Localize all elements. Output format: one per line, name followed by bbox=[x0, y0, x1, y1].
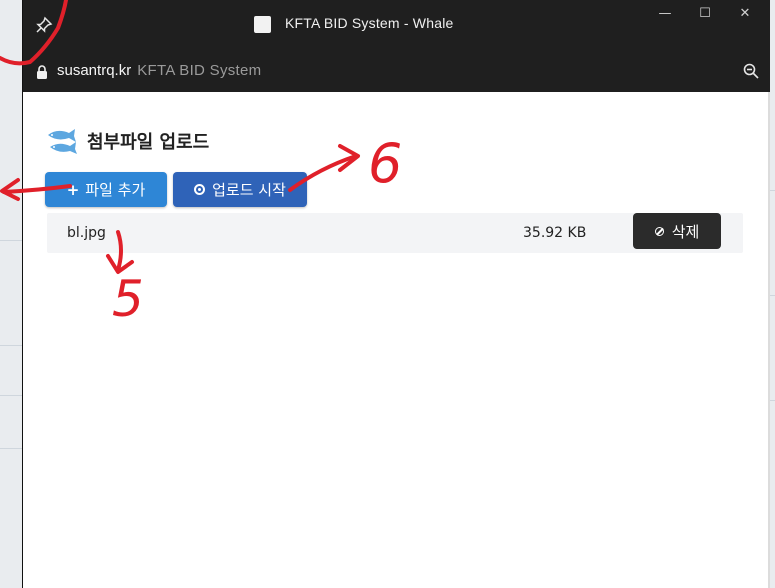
paper-line bbox=[0, 448, 22, 449]
uploader-title: 첨부파일 업로드 bbox=[87, 132, 210, 153]
uploader-heading: 첨부파일 업로드 bbox=[45, 126, 209, 156]
file-name: bl.jpg bbox=[67, 225, 106, 241]
browser-window: KFTA BID System - Whale — ☐ ✕ susantrq.k… bbox=[22, 0, 770, 588]
file-row: bl.jpg 35.92 KB 삭제 bbox=[47, 213, 743, 253]
zoom-icon[interactable] bbox=[740, 60, 762, 82]
close-button[interactable]: ✕ bbox=[725, 0, 765, 26]
window-title: KFTA BID System - Whale bbox=[285, 15, 454, 31]
add-file-button[interactable]: + 파일 추가 bbox=[45, 172, 167, 207]
app-icon bbox=[254, 16, 271, 33]
delete-label: 삭제 bbox=[671, 222, 700, 241]
paper-line bbox=[0, 190, 22, 191]
file-size: 35.92 KB bbox=[523, 225, 587, 241]
paper-line bbox=[0, 395, 22, 396]
maximize-button[interactable]: ☐ bbox=[685, 0, 725, 26]
url-text[interactable]: susantrq.kr KFTA BID System bbox=[57, 62, 261, 79]
upload-circle-icon bbox=[194, 184, 206, 195]
paper-line bbox=[0, 345, 22, 346]
paper-line bbox=[0, 240, 22, 241]
start-upload-button[interactable]: 업로드 시작 bbox=[173, 172, 307, 207]
minimize-button[interactable]: — bbox=[645, 0, 685, 26]
title-bar: KFTA BID System - Whale — ☐ ✕ bbox=[23, 0, 770, 50]
url-domain: susantrq.kr bbox=[57, 62, 132, 79]
window-edge bbox=[768, 92, 770, 588]
url-page-title: KFTA BID System bbox=[137, 62, 262, 79]
delete-file-button[interactable]: 삭제 bbox=[633, 213, 721, 249]
plus-icon: + bbox=[66, 180, 80, 199]
start-upload-label: 업로드 시작 bbox=[212, 181, 286, 199]
address-bar[interactable]: susantrq.kr KFTA BID System bbox=[23, 50, 770, 92]
fish-icon bbox=[48, 129, 77, 154]
pin-icon[interactable] bbox=[31, 12, 57, 38]
add-file-label: 파일 추가 bbox=[85, 181, 146, 199]
ban-icon bbox=[654, 226, 664, 236]
page-content: 첨부파일 업로드 + 파일 추가 업로드 시작 bl.jpg 35.92 KB … bbox=[23, 92, 770, 588]
lock-icon bbox=[37, 65, 47, 79]
